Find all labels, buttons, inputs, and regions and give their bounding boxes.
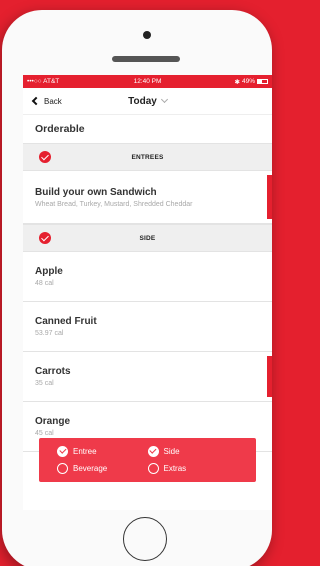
item-name: Apple: [35, 266, 63, 277]
battery-icon: [257, 79, 268, 84]
filter-panel: Entree Side Beverage Extras: [39, 438, 256, 482]
checked-radio-icon: [57, 445, 68, 457]
filter-extras[interactable]: Extras: [147, 463, 239, 476]
radio-icon: [147, 463, 159, 475]
list-item[interactable]: Carrots 35 cal: [23, 352, 272, 402]
radio-icon: [57, 463, 68, 475]
filter-side[interactable]: Side: [147, 445, 239, 458]
nav-bar: Back Today: [23, 88, 272, 115]
item-name: Carrots: [35, 366, 71, 377]
filter-label: Extras: [163, 464, 187, 474]
bluetooth-icon: ✱: [234, 78, 240, 86]
selected-marker: [267, 175, 272, 219]
selected-marker: [267, 356, 272, 397]
battery-indicator: ✱ 49%: [235, 78, 268, 86]
battery-percent: 49%: [241, 78, 255, 85]
item-detail: 45 cal: [35, 430, 54, 437]
date-selector[interactable]: Today: [23, 95, 272, 107]
item-name: Build your own Sandwich: [35, 186, 157, 198]
section-label: ENTREES: [131, 153, 164, 161]
list-item[interactable]: Apple 48 cal: [23, 252, 272, 302]
filter-label: Side: [163, 446, 180, 456]
item-detail: 53.97 cal: [35, 330, 64, 337]
dropdown-chevron-icon: [160, 95, 168, 103]
item-detail: 48 cal: [35, 280, 54, 287]
filter-beverage[interactable]: Beverage: [57, 463, 148, 476]
section-label: SIDE: [139, 234, 156, 242]
section-header-side[interactable]: SIDE: [23, 224, 272, 252]
camera: [143, 31, 151, 39]
filter-entree[interactable]: Entree: [57, 445, 148, 458]
orderable-heading: Orderable: [35, 123, 85, 135]
item-detail: 35 cal: [35, 380, 54, 387]
list-item[interactable]: Canned Fruit 53.97 cal: [23, 302, 272, 352]
list-item[interactable]: Build your own Sandwich Wheat Bread, Tur…: [23, 171, 272, 224]
check-icon: [39, 232, 51, 244]
section-header-entrees[interactable]: ENTREES: [23, 143, 272, 171]
item-detail: Wheat Bread, Turkey, Mustard, Shredded C…: [35, 200, 193, 208]
check-icon: [39, 151, 51, 163]
filter-label: Entree: [73, 446, 97, 456]
phone-frame: •••○○ AT&T 12:40 PM ✱ 49% Back Today Ord…: [2, 10, 272, 566]
home-button[interactable]: [123, 517, 167, 561]
speaker: [112, 56, 180, 62]
screen: •••○○ AT&T 12:40 PM ✱ 49% Back Today Ord…: [23, 75, 272, 510]
filter-label: Beverage: [73, 464, 108, 474]
item-name: Canned Fruit: [35, 316, 97, 327]
status-bar: •••○○ AT&T 12:40 PM ✱ 49%: [23, 75, 272, 88]
page-title: Today: [128, 95, 157, 107]
checked-radio-icon: [147, 445, 159, 457]
item-name: Orange: [35, 416, 71, 427]
